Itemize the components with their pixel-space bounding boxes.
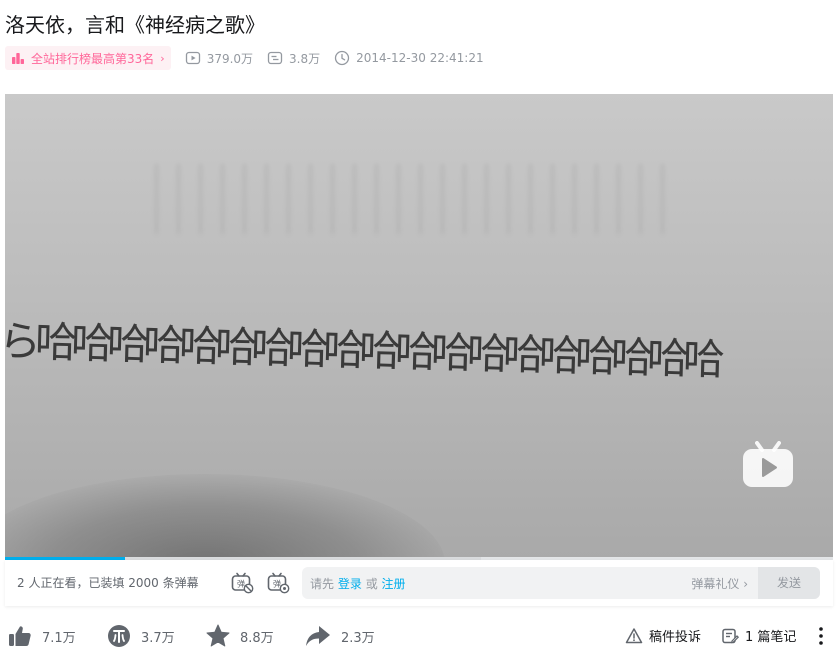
svg-text:弹: 弹 bbox=[273, 579, 281, 589]
coin-count: 3.7万 bbox=[141, 630, 175, 646]
prompt-or: 或 bbox=[365, 577, 378, 591]
like-button[interactable]: 7.1万 bbox=[7, 620, 76, 652]
thumbs-up-icon bbox=[9, 626, 31, 646]
danmaku-bar: 2 人正在看，已装填 2000 条弹幕 弹 弹 请先 登录 或 注册 弹幕礼仪 … bbox=[5, 560, 833, 606]
share-count: 2.3万 bbox=[341, 630, 375, 646]
frame-shadow bbox=[5, 474, 445, 559]
danmaku-count: 3.8万 bbox=[267, 50, 320, 67]
report-label: 稿件投诉 bbox=[649, 630, 702, 645]
star-icon bbox=[206, 624, 230, 647]
danmaku-count-icon bbox=[267, 51, 283, 65]
danmaku-etiquette-link[interactable]: 弹幕礼仪 › bbox=[691, 575, 748, 592]
note-icon bbox=[722, 628, 739, 643]
notes-label: 1 篇笔记 bbox=[745, 630, 797, 645]
viewers-info: 2 人正在看，已装填 2000 条弹幕 bbox=[17, 576, 199, 590]
danmaku-count-value: 3.8万 bbox=[289, 51, 321, 66]
play-count-icon bbox=[185, 51, 200, 65]
coin-icon bbox=[108, 625, 130, 647]
view-count-value: 379.0万 bbox=[206, 51, 254, 66]
video-player[interactable]: ら哈哈哈哈哈哈哈哈哈哈哈哈哈哈哈哈哈哈哈 bbox=[5, 94, 833, 559]
rank-label: 全站排行榜最高第33名 bbox=[31, 51, 155, 66]
bilibili-tv-icon[interactable] bbox=[740, 439, 796, 491]
more-icon[interactable] bbox=[817, 626, 825, 646]
share-button[interactable]: 2.3万 bbox=[304, 620, 375, 652]
view-count: 379.0万 bbox=[185, 50, 253, 67]
frame-handwriting: ら哈哈哈哈哈哈哈哈哈哈哈哈哈哈哈哈哈哈哈 bbox=[5, 316, 720, 385]
favorite-button[interactable]: 8.8万 bbox=[205, 620, 274, 652]
svg-text:弹: 弹 bbox=[237, 579, 245, 589]
danmaku-input[interactable]: 请先 登录 或 注册 弹幕礼仪 › 发送 bbox=[302, 567, 820, 599]
favorite-count: 8.8万 bbox=[240, 630, 274, 646]
video-meta: 全站排行榜最高第33名 › 379.0万 3.8万 2014-12-30 22:… bbox=[5, 46, 484, 70]
chevron-right-icon: › bbox=[160, 51, 165, 65]
login-link[interactable]: 登录 bbox=[338, 577, 362, 591]
action-toolbar: 7.1万 3.7万 8.8万 2.3万 稿件投诉 1 篇笔记 bbox=[5, 620, 833, 652]
coin-button[interactable]: 3.7万 bbox=[106, 620, 175, 652]
rank-badge[interactable]: 全站排行榜最高第33名 › bbox=[5, 46, 171, 70]
clock-icon bbox=[334, 50, 350, 66]
share-arrow-icon bbox=[306, 626, 330, 646]
publish-time-value: 2014-12-30 22:41:21 bbox=[356, 51, 484, 65]
notes-button[interactable]: 1 篇笔记 bbox=[721, 626, 796, 645]
faint-background-writing bbox=[155, 164, 675, 234]
video-title: 洛天依，言和《神经病之歌》 bbox=[5, 13, 265, 37]
danmaku-login-prompt: 请先 登录 或 注册 bbox=[310, 575, 406, 592]
danmaku-settings-icon[interactable]: 弹 bbox=[266, 571, 290, 595]
publish-time: 2014-12-30 22:41:21 bbox=[334, 50, 484, 66]
register-link[interactable]: 注册 bbox=[382, 577, 406, 591]
send-button[interactable]: 发送 bbox=[758, 567, 820, 599]
warning-icon bbox=[625, 627, 643, 643]
like-count: 7.1万 bbox=[42, 630, 76, 646]
report-button[interactable]: 稿件投诉 bbox=[625, 626, 701, 645]
prompt-prefix: 请先 bbox=[310, 577, 335, 591]
danmaku-toggle-icon[interactable]: 弹 bbox=[230, 571, 254, 595]
ranking-icon bbox=[12, 53, 24, 64]
